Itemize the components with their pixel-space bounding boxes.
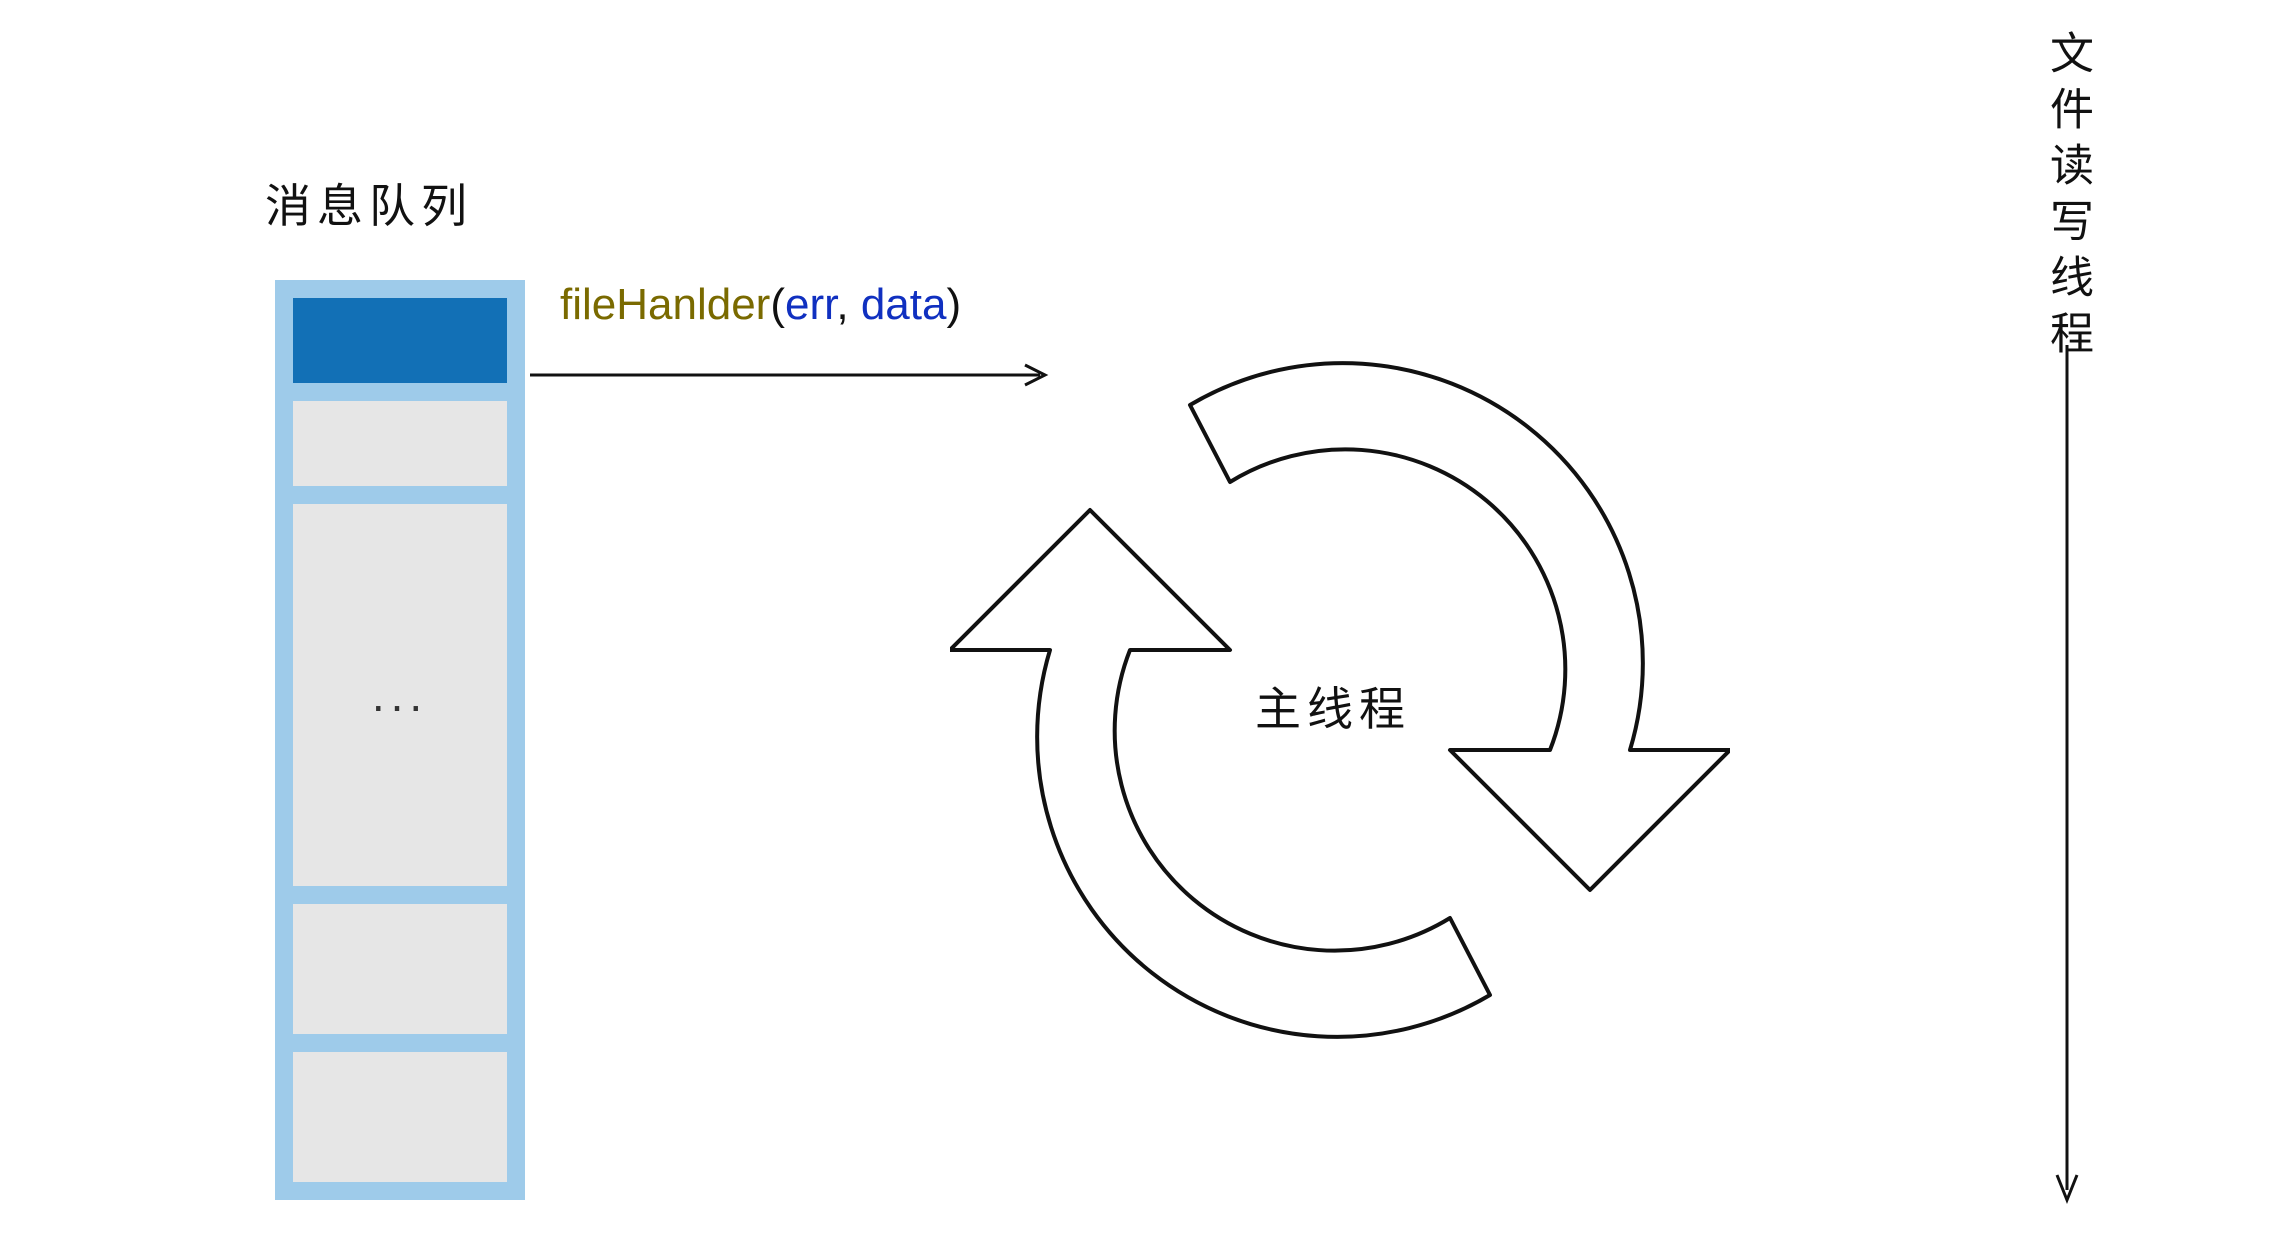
comma: , bbox=[836, 280, 860, 329]
queue-slot bbox=[293, 904, 507, 1034]
queue-slot bbox=[293, 401, 507, 486]
callback-arg-data: data bbox=[861, 280, 947, 329]
callback-arg-err: err bbox=[785, 280, 836, 329]
queue-slot-active bbox=[293, 298, 507, 383]
message-queue: ... bbox=[275, 280, 525, 1200]
callback-fn-name: fileHanlder bbox=[560, 280, 770, 329]
queue-title: 消息队列 bbox=[265, 170, 473, 236]
arrow-down-icon bbox=[2052, 345, 2082, 1215]
callback-label: fileHanlder(err, data) bbox=[560, 280, 961, 330]
paren-open: ( bbox=[770, 280, 785, 329]
queue-slot-ellipsis: ... bbox=[293, 504, 507, 886]
queue-slot bbox=[293, 1052, 507, 1182]
io-thread-label: 文件读写线程 bbox=[2035, 30, 2099, 366]
main-thread-label: 主线程 bbox=[1255, 673, 1411, 739]
